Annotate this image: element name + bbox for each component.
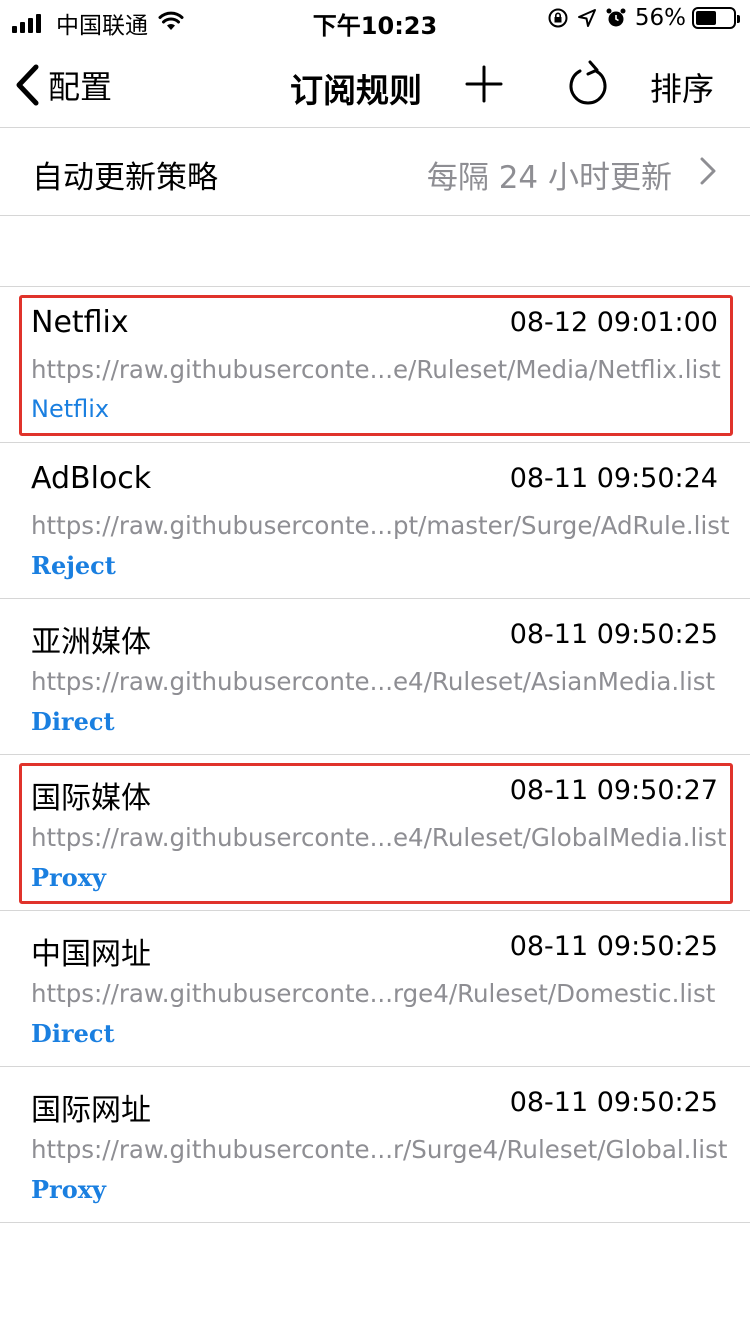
- rule-row[interactable]: 国际网址 08-11 09:50:25 https://raw.githubus…: [0, 1067, 750, 1223]
- refresh-icon: [569, 60, 607, 105]
- rule-updated-time: 08-12 09:01:00: [509, 307, 718, 338]
- rule-row[interactable]: AdBlock 08-11 09:50:24 https://raw.githu…: [0, 443, 750, 599]
- rotation-lock-icon: [547, 7, 569, 29]
- location-arrow-icon: [577, 8, 597, 28]
- rule-policy: Reject: [31, 551, 116, 580]
- rule-url: https://raw.githubuserconte...e/Ruleset/…: [31, 355, 721, 384]
- rule-updated-time: 08-11 09:50:27: [509, 775, 718, 806]
- rule-name: 中国网址: [31, 937, 151, 972]
- rule-name: 国际媒体: [31, 781, 151, 816]
- rule-row[interactable]: Netflix 08-12 09:01:00 https://raw.githu…: [0, 287, 750, 443]
- chevron-left-icon: [16, 64, 39, 106]
- rule-url: https://raw.githubuserconte...r/Surge4/R…: [31, 1135, 728, 1164]
- rule-row[interactable]: 亚洲媒体 08-11 09:50:25 https://raw.githubus…: [0, 599, 750, 755]
- page-title: 订阅规则: [290, 71, 422, 110]
- status-right: 56%: [539, 5, 740, 31]
- auto-update-policy-row[interactable]: 自动更新策略 每隔 24 小时更新: [0, 128, 750, 216]
- alarm-clock-icon: [605, 7, 627, 29]
- rule-url: https://raw.githubuserconte...rge4/Rules…: [31, 979, 716, 1008]
- rule-policy: Direct: [31, 1019, 115, 1048]
- rule-policy: Proxy: [31, 863, 106, 892]
- rule-url: https://raw.githubuserconte...e4/Ruleset…: [31, 823, 727, 852]
- rule-row[interactable]: 国际媒体 08-11 09:50:27 https://raw.githubus…: [0, 755, 750, 911]
- rule-updated-time: 08-11 09:50:25: [509, 1087, 718, 1118]
- rule-name: 国际网址: [31, 1093, 151, 1128]
- rule-name: 亚洲媒体: [31, 625, 151, 660]
- rule-policy: Direct: [31, 707, 115, 736]
- refresh-button[interactable]: [566, 58, 610, 112]
- rule-name: Netflix: [31, 305, 129, 340]
- rule-policy: Proxy: [31, 1175, 106, 1204]
- status-bar: 中国联通 下午10:23 56%: [0, 0, 750, 40]
- back-button[interactable]: 配置: [14, 62, 112, 108]
- subscription-rules-list: Netflix 08-12 09:01:00 https://raw.githu…: [0, 286, 750, 1223]
- rule-name: AdBlock: [31, 461, 152, 496]
- battery-percentage: 56%: [634, 5, 686, 31]
- rule-row[interactable]: 中国网址 08-11 09:50:25 https://raw.githubus…: [0, 911, 750, 1067]
- plus-icon: [465, 65, 503, 103]
- auto-update-value: 每隔 24 小时更新: [426, 160, 672, 196]
- sort-button[interactable]: 排序: [650, 64, 714, 110]
- battery-level-fill: [696, 11, 717, 25]
- rule-updated-time: 08-11 09:50:24: [509, 463, 718, 494]
- battery-icon: [692, 7, 740, 29]
- auto-update-label: 自动更新策略: [32, 160, 218, 196]
- rule-updated-time: 08-11 09:50:25: [509, 931, 718, 962]
- rule-url: https://raw.githubuserconte...pt/master/…: [31, 511, 730, 540]
- add-rule-button[interactable]: [464, 64, 504, 108]
- rule-url: https://raw.githubuserconte...e4/Ruleset…: [31, 667, 716, 696]
- navigation-bar: 配置 订阅规则 排序: [0, 44, 750, 128]
- chevron-right-icon: [700, 157, 716, 185]
- rule-updated-time: 08-11 09:50:25: [509, 619, 718, 650]
- rule-policy: Netflix: [31, 395, 110, 423]
- back-button-label: 配置: [48, 68, 113, 106]
